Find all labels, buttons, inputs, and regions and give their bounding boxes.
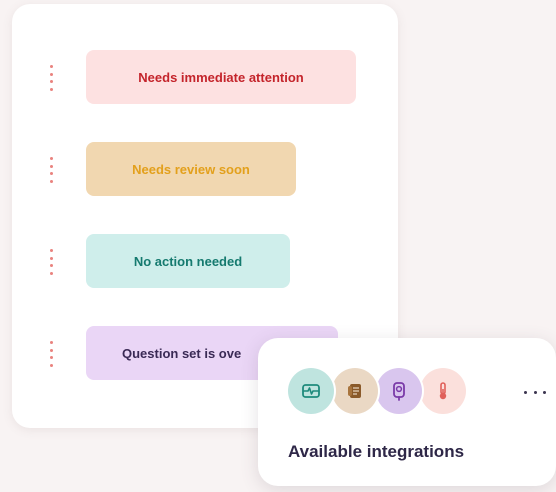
- integrations-title: Available integrations: [288, 442, 465, 461]
- integrations-card: Available integrations: [258, 338, 556, 486]
- glucose-meter-icon[interactable]: [376, 368, 422, 414]
- status-pill-label: Needs immediate attention: [138, 69, 304, 85]
- status-pill-label: Needs review soon: [132, 161, 250, 177]
- drag-handle-icon[interactable]: [48, 341, 54, 367]
- drag-handle-icon[interactable]: [48, 157, 54, 183]
- document-scroll-icon[interactable]: [332, 368, 378, 414]
- drag-handle-icon[interactable]: [48, 65, 54, 91]
- drag-handle-icon[interactable]: [48, 249, 54, 275]
- status-pill-label: Question set is ove: [122, 345, 242, 361]
- ecg-monitor-icon[interactable]: [288, 368, 334, 414]
- status-row: Needs immediate attention: [12, 48, 398, 108]
- more-horizontal-icon[interactable]: [524, 386, 546, 398]
- status-pill-review-soon[interactable]: Needs review soon: [86, 142, 296, 196]
- status-pill-immediate[interactable]: Needs immediate attention: [86, 50, 356, 104]
- thermometer-icon[interactable]: [420, 368, 466, 414]
- status-pill-no-action[interactable]: No action needed: [86, 234, 290, 288]
- status-row: Needs review soon: [12, 140, 398, 200]
- status-pill-label: No action needed: [133, 253, 243, 269]
- status-row: No action needed: [12, 232, 398, 292]
